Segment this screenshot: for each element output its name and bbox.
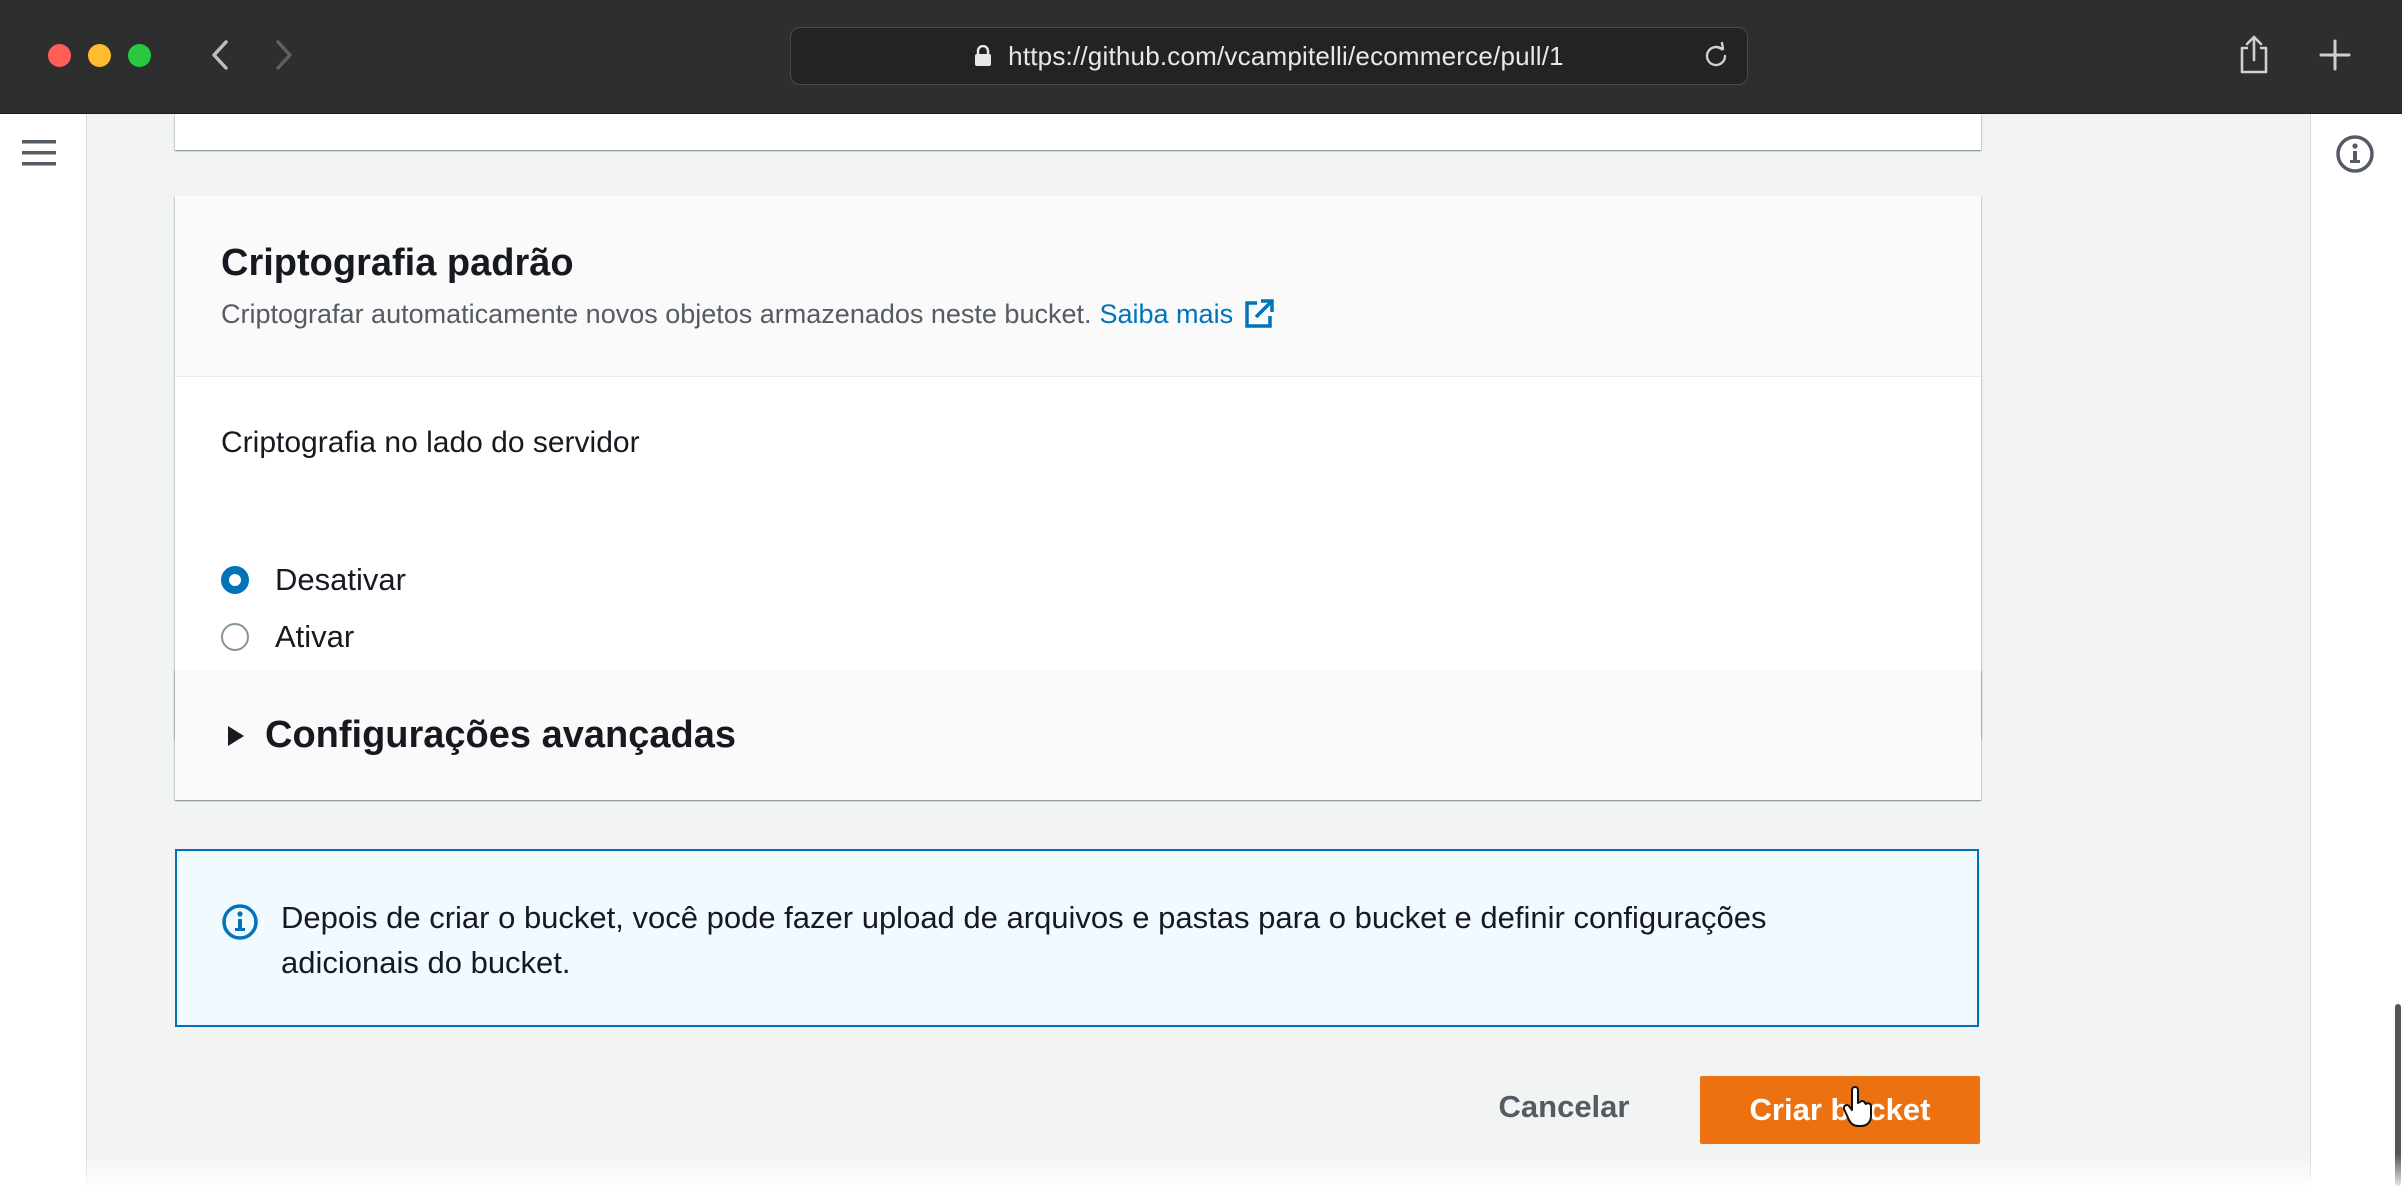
previous-section-card [175,114,1981,150]
url-text: https://github.com/vcampitelli/ecommerce… [1008,40,1564,71]
radio-option-enable[interactable]: Ativar [221,619,354,655]
cancel-button[interactable]: Cancelar [1480,1074,1648,1140]
caret-right-icon[interactable] [225,723,247,749]
advanced-settings-header[interactable]: Configurações avançadas [225,714,736,757]
panel-description: Criptografar automaticamente novos objet… [221,298,1275,330]
external-link-icon[interactable] [1243,298,1275,330]
forward-arrow-icon[interactable] [258,30,308,80]
new-tab-icon[interactable] [2316,36,2354,74]
bottom-fade [0,1154,2402,1186]
right-tools-rail [2310,114,2402,1186]
close-window-button[interactable] [48,44,71,67]
advanced-settings-title: Configurações avançadas [265,714,736,756]
default-encryption-panel: Criptografia padrão Criptografar automat… [175,196,1981,738]
page-content: Criptografia padrão Criptografar automat… [0,114,2402,1186]
info-panel-icon[interactable] [2335,134,2375,174]
advanced-settings-expander[interactable]: Configurações avançadas [175,670,1981,800]
hand-cursor-icon [1843,1086,1872,1127]
address-bar[interactable]: https://github.com/vcampitelli/ecommerce… [790,27,1748,85]
scrollbar-thumb[interactable] [2395,1004,2401,1186]
lock-icon [975,45,992,66]
zoom-window-button[interactable] [128,44,151,67]
radio-button-disable[interactable] [221,566,249,594]
back-arrow-icon[interactable] [196,30,246,80]
browser-toolbar: https://github.com/vcampitelli/ecommerce… [0,0,2402,114]
share-icon[interactable] [2236,34,2272,76]
description-text: Criptografar automaticamente novos objet… [221,298,1092,329]
reload-icon[interactable] [1701,41,1731,71]
radio-label-disable: Desativar [275,562,406,597]
radio-button-enable[interactable] [221,623,249,651]
hamburger-menu-icon[interactable] [20,136,58,170]
minimize-window-button[interactable] [88,44,111,67]
panel-header: Criptografia padrão Criptografar automat… [175,196,1981,377]
info-icon [222,904,258,940]
radio-option-disable[interactable]: Desativar [221,562,406,598]
left-navigation-rail [0,114,87,1186]
server-side-encryption-label: Criptografia no lado do servidor [221,426,640,459]
create-bucket-button[interactable]: Criar bucket [1700,1076,1980,1144]
learn-more-link[interactable]: Saiba mais [1100,299,1234,330]
panel-title: Criptografia padrão [221,242,574,284]
info-alert-text: Depois de criar o bucket, você pode faze… [281,900,1767,980]
info-alert: Depois de criar o bucket, você pode faze… [175,849,1979,1027]
radio-label-enable: Ativar [275,619,355,654]
